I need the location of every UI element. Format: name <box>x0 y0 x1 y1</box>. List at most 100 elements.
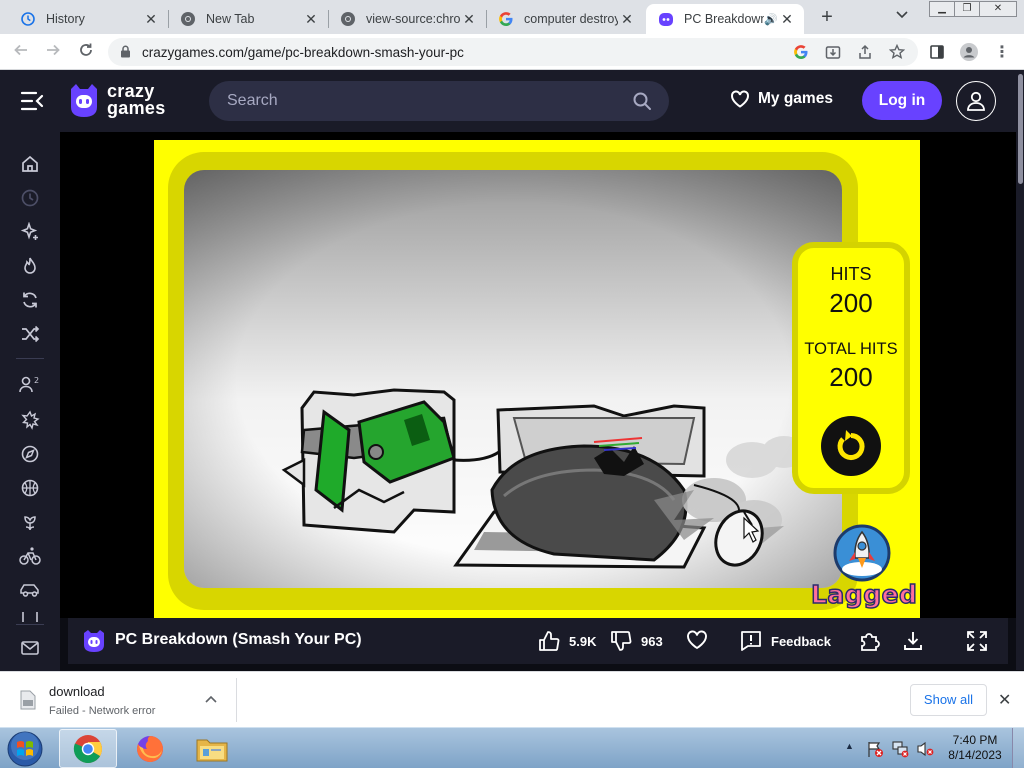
search-box[interactable] <box>209 81 669 121</box>
multiplayer-icon[interactable]: 2 <box>19 373 41 395</box>
embed-button[interactable] <box>858 630 889 652</box>
download-filename[interactable]: download <box>49 684 105 699</box>
like-button[interactable]: 5.9K <box>538 630 596 652</box>
card-icon[interactable] <box>19 612 41 622</box>
tab-computer-destroy[interactable]: computer destroy ✕ <box>486 4 644 34</box>
share-icon[interactable] <box>856 43 874 61</box>
network-icon[interactable] <box>891 740 909 763</box>
downloads-divider <box>236 678 237 722</box>
user-icon <box>967 91 985 111</box>
browser-tab-strip: History ✕ New Tab ✕ view-source:chrome ✕… <box>0 0 1024 34</box>
basketball-icon[interactable] <box>19 477 41 499</box>
dislike-button[interactable]: 963 <box>610 630 663 652</box>
action-explosion-icon[interactable] <box>19 409 41 431</box>
reload-button[interactable] <box>76 42 96 62</box>
login-button[interactable]: Log in <box>862 81 942 120</box>
total-hits-label: TOTAL HITS <box>804 340 898 358</box>
history-icon <box>20 11 36 27</box>
trending-flame-icon[interactable] <box>19 255 41 277</box>
close-icon[interactable]: ✕ <box>302 11 320 28</box>
logo-line-2: games <box>107 98 166 118</box>
hits-label: HITS <box>830 264 872 284</box>
reset-icon <box>837 430 865 460</box>
clock-date: 8/14/2023 <box>948 748 1002 762</box>
show-all-button[interactable]: Show all <box>910 684 987 716</box>
user-account-button[interactable] <box>956 81 996 121</box>
lagged-wordmark: Lagged <box>810 579 918 610</box>
google-icon <box>498 11 514 27</box>
taskbar-chrome[interactable] <box>59 729 117 768</box>
start-button[interactable] <box>4 729 46 768</box>
chevron-up-icon[interactable]: ▲ <box>845 741 854 751</box>
crazygames-logo-mark <box>71 84 97 117</box>
fullscreen-button[interactable] <box>966 630 997 652</box>
thumbs-down-icon <box>611 631 632 651</box>
reset-button[interactable] <box>821 416 881 476</box>
system-clock[interactable]: 7:40 PM 8/14/2023 <box>944 733 1006 763</box>
search-input[interactable] <box>227 91 627 111</box>
dislike-count: 963 <box>641 633 663 649</box>
tab-title: view-source:chrome <box>366 12 460 26</box>
adventure-compass-icon[interactable] <box>19 443 41 465</box>
recent-clock-icon[interactable] <box>19 187 41 209</box>
logo-wordmark: crazy games <box>107 82 166 118</box>
chevron-down-icon[interactable] <box>896 8 908 22</box>
updated-refresh-icon[interactable] <box>19 289 41 311</box>
taskbar-firefox[interactable] <box>121 729 179 768</box>
bookmark-star-icon[interactable] <box>888 43 906 61</box>
car-icon[interactable] <box>19 579 41 601</box>
scrollbar-thumb[interactable] <box>1018 74 1023 184</box>
google-translate-icon[interactable] <box>792 43 810 61</box>
sidebar-nav: 2 <box>0 132 60 671</box>
new-tab-button[interactable]: + <box>816 6 838 28</box>
side-panel-icon[interactable] <box>928 43 946 61</box>
close-icon[interactable]: ✕ <box>998 690 1011 710</box>
show-desktop-button[interactable] <box>1012 728 1024 768</box>
back-button[interactable] <box>11 42 31 62</box>
total-hits-value: 200 <box>829 362 873 392</box>
flower-icon[interactable] <box>19 511 41 533</box>
download-button[interactable] <box>902 630 933 652</box>
window-close-button[interactable]: ✕ <box>979 1 1017 17</box>
game-canvas[interactable]: HITS 200 TOTAL HITS 200 Lagged <box>154 140 920 618</box>
windows-logo-icon <box>7 731 43 767</box>
profile-avatar-icon[interactable] <box>960 43 978 61</box>
close-icon[interactable]: ✕ <box>618 11 636 28</box>
minimize-button[interactable]: ▁ <box>929 1 955 17</box>
bike-icon[interactable] <box>19 545 41 567</box>
menu-collapse-icon[interactable] <box>20 90 44 112</box>
chrome-menu-icon[interactable]: ⋮ <box>993 43 1011 61</box>
volume-muted-icon[interactable] <box>916 740 934 763</box>
favorite-button[interactable] <box>686 630 717 650</box>
search-icon[interactable] <box>632 91 652 116</box>
my-games-button[interactable]: My games <box>730 90 833 108</box>
hits-value: 200 <box>829 288 873 318</box>
tab-new-tab[interactable]: New Tab ✕ <box>168 4 328 34</box>
lagged-logo[interactable]: Lagged <box>808 524 918 614</box>
feedback-button[interactable]: Feedback <box>740 630 831 652</box>
home-icon[interactable] <box>19 153 41 175</box>
tab-history[interactable]: History ✕ <box>8 4 168 34</box>
crt-monitor[interactable] <box>490 404 706 562</box>
restore-button[interactable]: ❐ <box>954 1 980 17</box>
tab-pc-breakdown[interactable]: PC Breakdown 🔊 ✕ <box>646 4 804 34</box>
crazygames-logo[interactable]: crazy games <box>67 82 175 121</box>
close-icon[interactable]: ✕ <box>142 11 160 28</box>
folder-icon <box>196 739 228 761</box>
crazygames-icon <box>658 11 674 27</box>
speaker-icon[interactable]: 🔊 <box>764 13 778 26</box>
taskbar-explorer[interactable] <box>183 729 241 768</box>
download-icon <box>904 632 922 650</box>
new-sparkle-icon[interactable] <box>19 221 41 243</box>
forward-button[interactable] <box>43 42 63 62</box>
chrome-icon <box>180 11 196 27</box>
tab-view-source[interactable]: view-source:chrome ✕ <box>328 4 486 34</box>
close-icon[interactable]: ✕ <box>460 11 478 28</box>
chevron-up-icon[interactable] <box>205 692 217 706</box>
random-shuffle-icon[interactable] <box>19 323 41 345</box>
close-icon[interactable]: ✕ <box>778 11 796 28</box>
action-center-flag-icon[interactable] <box>866 740 884 763</box>
lock-icon[interactable] <box>120 45 131 63</box>
install-app-icon[interactable] <box>824 43 842 61</box>
mail-icon[interactable] <box>19 637 41 659</box>
